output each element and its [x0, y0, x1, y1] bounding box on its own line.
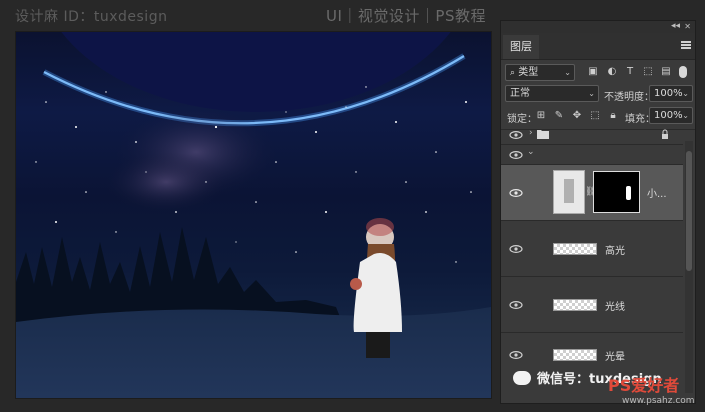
layer-thumbnail — [553, 349, 597, 361]
chevron-down-icon[interactable]: ⌄ — [527, 147, 535, 157]
opacity-input[interactable]: 100% ⌄ — [649, 85, 693, 102]
opacity-label: 不透明度： — [604, 92, 654, 103]
text-filter-icon[interactable]: T — [624, 66, 636, 78]
lock-transparent-icon[interactable]: ⊞ — [535, 110, 547, 122]
lock-all-icon[interactable]: 🔒︎ — [607, 110, 619, 122]
document-canvas[interactable] — [15, 31, 492, 399]
layer-mask-thumbnail[interactable] — [593, 171, 640, 213]
chevron-down-icon: ⌄ — [682, 111, 689, 120]
fill-input[interactable]: 100% ⌄ — [649, 107, 693, 124]
wechat-icon — [513, 371, 531, 385]
fill-value: 100% — [654, 110, 683, 121]
layers-list: › ⌄ ⛓ 小... 高光 光线 光晕 — [501, 125, 683, 387]
eye-icon[interactable] — [509, 151, 523, 159]
layer-row[interactable]: 光线 — [501, 277, 683, 333]
brand-watermark: PS爱好者 — [608, 376, 680, 395]
layers-panel: ◂◂ ✕ 图层 ⌕ 类型 ⌄ ▣ ◐ T ⬚ ▤ 正常 ⌄ 不透明度： 100%… — [500, 20, 696, 404]
lock-artboard-icon[interactable]: ⬚ — [589, 110, 601, 122]
filter-toggle-icon[interactable] — [679, 66, 687, 78]
layer-name: 光晕 — [605, 352, 625, 363]
folder-icon — [537, 130, 549, 139]
tab-layers[interactable]: 图层 — [503, 35, 539, 59]
lock-label: 锁定： — [507, 114, 537, 125]
collapse-arrows-icon[interactable]: ◂◂ — [671, 21, 680, 31]
smart-object-filter-icon[interactable]: ▤ — [660, 66, 672, 78]
chevron-down-icon: ⌄ — [588, 89, 595, 98]
snow-ground — [16, 307, 491, 398]
layers-scrollbar[interactable] — [685, 141, 693, 393]
search-icon: ⌕ — [510, 68, 516, 78]
blend-mode-value: 正常 — [510, 88, 530, 99]
panel-menu-icon[interactable] — [681, 41, 691, 49]
filter-type-select[interactable]: ⌕ 类型 ⌄ — [505, 64, 575, 81]
eye-icon[interactable] — [509, 351, 523, 359]
lock-paint-icon[interactable]: ✎ — [553, 110, 565, 122]
filter-type-label: 类型 — [518, 67, 539, 78]
site-watermark: www.psahz.com — [622, 396, 695, 406]
canvas-artwork — [16, 32, 491, 398]
layer-thumbnail — [553, 243, 597, 255]
layer-thumbnail — [553, 299, 597, 311]
lock-icon — [662, 129, 668, 139]
blend-mode-select[interactable]: 正常 ⌄ — [505, 85, 599, 102]
chevron-down-icon: ⌄ — [564, 68, 571, 77]
layer-thumbnail — [553, 170, 585, 214]
layer-row-group[interactable]: › — [501, 125, 683, 145]
eye-icon[interactable] — [509, 131, 523, 139]
eye-icon[interactable] — [509, 245, 523, 253]
panel-title-bar: ◂◂ ✕ — [501, 21, 695, 33]
chevron-right-icon[interactable]: › — [529, 128, 533, 138]
layer-name: 高光 — [605, 246, 625, 257]
scrollbar-thumb[interactable] — [686, 151, 692, 271]
pixel-filter-icon[interactable]: ▣ — [587, 66, 599, 78]
layer-row-group-open[interactable]: ⌄ — [501, 145, 683, 165]
layer-name: 小... — [647, 189, 667, 200]
chevron-down-icon: ⌄ — [682, 89, 689, 98]
adjustment-filter-icon[interactable]: ◐ — [606, 66, 618, 78]
layer-row-selected[interactable]: ⛓ 小... — [501, 165, 683, 221]
watermark-left: 设计麻 ID：tuxdesign — [15, 9, 168, 25]
shape-filter-icon[interactable]: ⬚ — [642, 66, 654, 78]
layer-name: 光线 — [605, 302, 625, 313]
lock-position-icon[interactable]: ✥ — [571, 110, 583, 122]
watermark-right: UI｜视觉设计｜PS教程 — [326, 7, 486, 25]
layer-row[interactable]: 高光 — [501, 221, 683, 277]
opacity-value: 100% — [654, 88, 683, 99]
close-panel-icon[interactable]: ✕ — [684, 22, 691, 31]
eye-icon[interactable] — [509, 301, 523, 309]
eye-icon[interactable] — [509, 189, 523, 197]
